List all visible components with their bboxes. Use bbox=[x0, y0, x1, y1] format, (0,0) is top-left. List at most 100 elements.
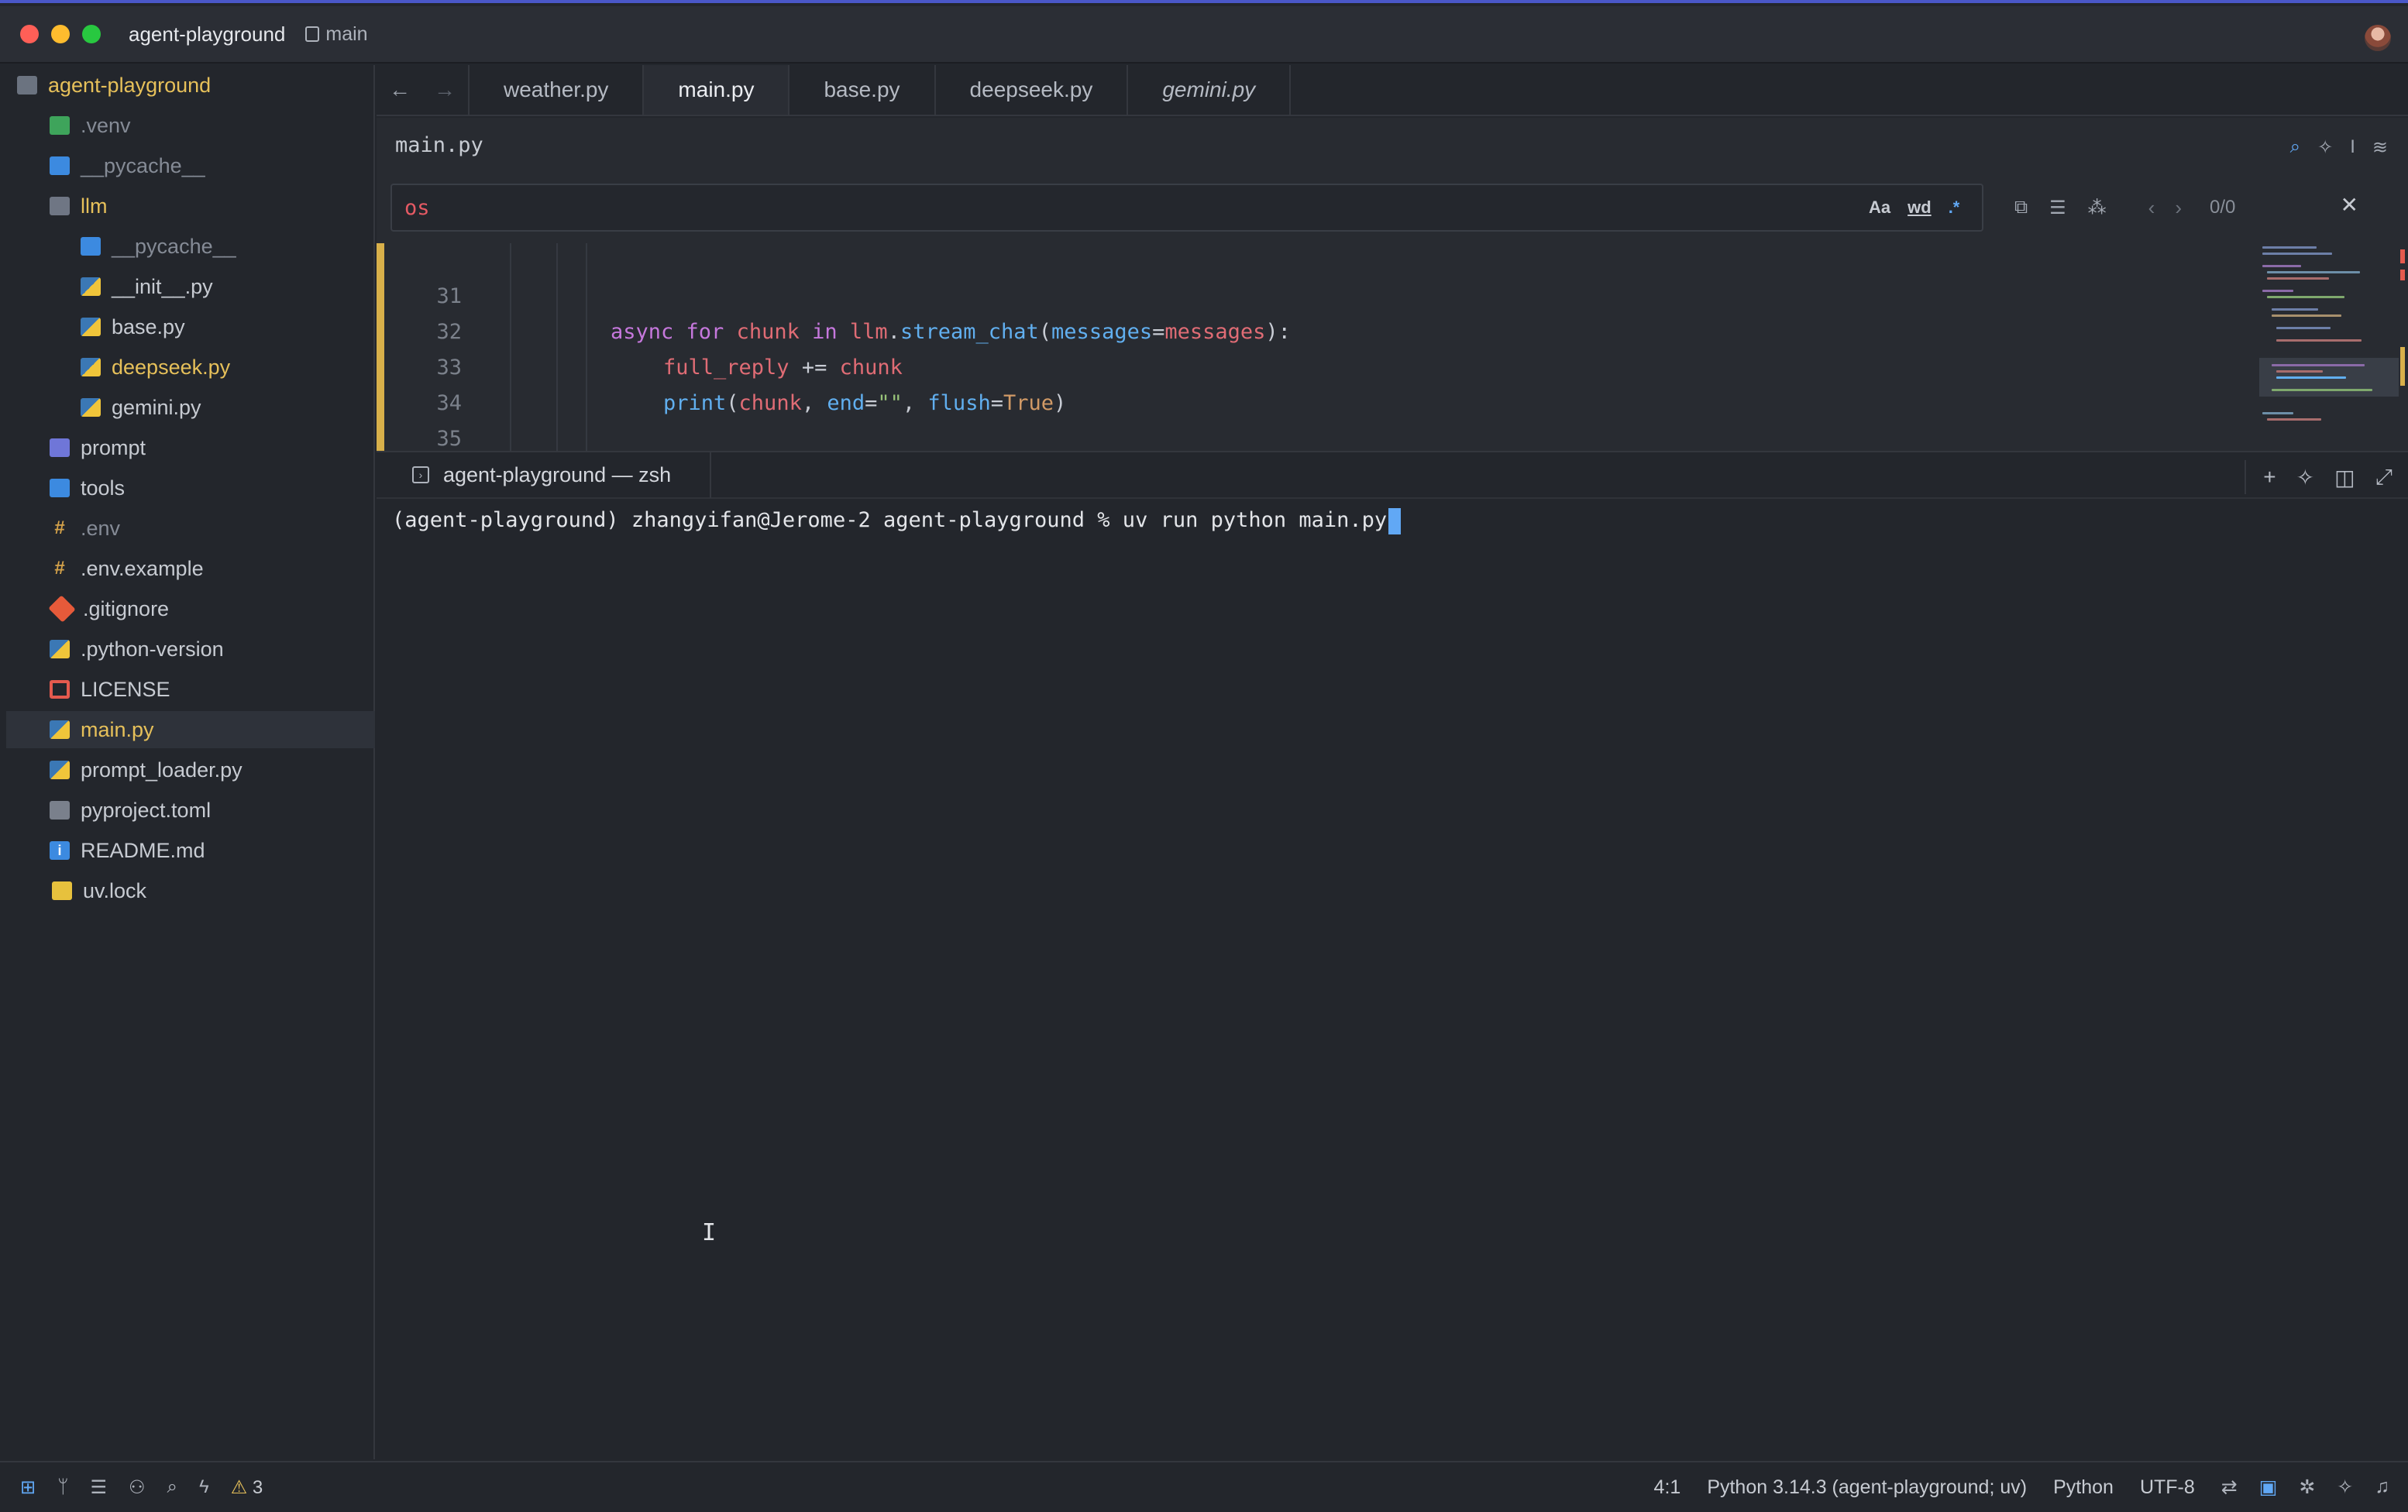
tree-item-venv[interactable]: .venv bbox=[6, 107, 375, 144]
avatar[interactable] bbox=[2365, 25, 2391, 51]
lightning-icon[interactable]: ϟ bbox=[199, 1476, 209, 1498]
tree-item-env-example[interactable]: # .env.example bbox=[6, 550, 375, 587]
tree-item-llm-pycache[interactable]: __pycache__ bbox=[6, 228, 375, 265]
branch-name: main bbox=[325, 22, 368, 45]
zoom-window-button[interactable] bbox=[82, 25, 101, 43]
selection-only-icon[interactable]: ⁂ bbox=[2088, 197, 2107, 219]
minimap-line bbox=[2276, 327, 2331, 329]
tree-item-main[interactable]: main.py bbox=[6, 711, 375, 748]
project-panel: agent-playground .venv __pycache__ llm _… bbox=[6, 65, 375, 1459]
terminal-tab[interactable]: › agent-playground — zsh bbox=[377, 452, 712, 498]
git-icon bbox=[48, 595, 76, 623]
code-editor: main.py ⌕ ✧ I ≋ Aa wd .* ⧉ ☰ ⁂ ‹ bbox=[377, 118, 2408, 451]
tree-item-license[interactable]: LICENSE bbox=[6, 671, 375, 708]
previous-match-icon[interactable]: ‹ bbox=[2148, 196, 2155, 220]
notifications-bell-icon[interactable]: ♫ bbox=[2375, 1476, 2389, 1499]
code-line: 32 full_reply += chunk bbox=[377, 279, 2251, 380]
python-interpreter[interactable]: Python 3.14.3 (agent-playground; uv) bbox=[1707, 1476, 2027, 1499]
new-terminal-icon[interactable]: + bbox=[2263, 465, 2276, 490]
search-options: Aa wd .* bbox=[1869, 198, 1959, 218]
tree-item-label: agent-playground bbox=[48, 73, 212, 97]
tree-item-pycache[interactable]: __pycache__ bbox=[6, 147, 375, 184]
regex-toggle[interactable]: .* bbox=[1949, 198, 1960, 218]
tree-item-gitignore[interactable]: .gitignore bbox=[6, 590, 375, 627]
tree-item-deepseek[interactable]: deepseek.py bbox=[6, 349, 375, 386]
select-all-icon[interactable]: ☰ bbox=[2049, 197, 2066, 219]
git-branch-icon[interactable]: ᛘ bbox=[57, 1476, 68, 1498]
terminal-toggle-icon[interactable]: ▣ bbox=[2259, 1476, 2278, 1499]
minimap-line bbox=[2262, 265, 2301, 267]
minimap-line bbox=[2272, 308, 2318, 311]
tree-item-python-version[interactable]: .python-version bbox=[6, 631, 375, 668]
tab-base[interactable]: base.py bbox=[789, 65, 936, 115]
tab-main[interactable]: main.py bbox=[644, 65, 790, 115]
tree-item-readme[interactable]: i README.md bbox=[6, 832, 375, 869]
breadcrumb[interactable]: main.py bbox=[395, 133, 483, 157]
cursor-position[interactable]: 4:1 bbox=[1654, 1476, 1681, 1499]
whole-word-toggle[interactable]: wd bbox=[1907, 198, 1932, 218]
search-navigation: ‹ › 0/0 bbox=[2148, 196, 2236, 220]
forward-arrow-icon[interactable]: → bbox=[434, 77, 456, 102]
tree-item-llm[interactable]: llm bbox=[6, 187, 375, 225]
minimize-window-button[interactable] bbox=[51, 25, 70, 43]
cursor-icon[interactable]: I bbox=[2350, 136, 2355, 159]
language-mode[interactable]: Python bbox=[2053, 1476, 2114, 1499]
code-view[interactable]: 31 async for chunk in llm.stream_chat(me… bbox=[377, 243, 2251, 451]
tree-item-uv-lock[interactable]: uv.lock bbox=[6, 872, 375, 909]
tree-item-pyproject[interactable]: pyproject.toml bbox=[6, 792, 375, 829]
tab-weather[interactable]: weather.py bbox=[470, 65, 645, 115]
warning-icon: ⚠ bbox=[230, 1476, 248, 1498]
tree-item-label: pyproject.toml bbox=[81, 798, 212, 822]
tree-item-init[interactable]: __init__.py bbox=[6, 268, 375, 305]
assistant-icon[interactable]: ✧ bbox=[2296, 465, 2314, 490]
tab-deepseek[interactable]: deepseek.py bbox=[936, 65, 1129, 115]
minimap-line bbox=[2272, 389, 2372, 391]
terminal-icon: › bbox=[412, 466, 429, 483]
code-line: 34 bbox=[377, 350, 2251, 415]
outline-icon[interactable]: ☰ bbox=[91, 1476, 108, 1499]
tree-item-label: prompt_loader.py bbox=[81, 758, 243, 782]
collaboration-icon[interactable]: ⚇ bbox=[129, 1476, 146, 1499]
tree-item-label: main.py bbox=[81, 717, 154, 741]
back-arrow-icon[interactable]: ← bbox=[389, 77, 411, 102]
tab-gemini[interactable]: gemini.py bbox=[1128, 65, 1292, 115]
project-panel-icon[interactable]: ⊞ bbox=[20, 1476, 36, 1499]
minimap[interactable] bbox=[2259, 242, 2406, 449]
branch-icon bbox=[305, 26, 320, 42]
terminal-cursor bbox=[1388, 507, 1402, 534]
project-name[interactable]: agent-playground bbox=[129, 22, 285, 46]
tree-item-env[interactable]: # .env bbox=[6, 510, 375, 547]
search-input[interactable] bbox=[404, 195, 1861, 220]
python-file-icon bbox=[50, 761, 70, 779]
tree-item-prompt[interactable]: prompt bbox=[6, 429, 375, 466]
minimap-error-marker bbox=[2400, 249, 2405, 263]
tree-item-gemini[interactable]: gemini.py bbox=[6, 389, 375, 426]
assistant-icon[interactable]: ✧ bbox=[2337, 1476, 2353, 1499]
tree-item-prompt-loader[interactable]: prompt_loader.py bbox=[6, 751, 375, 789]
tree-item-tools[interactable]: tools bbox=[6, 469, 375, 507]
tree-item-label: __pycache__ bbox=[81, 153, 205, 177]
branch-selector[interactable]: main bbox=[305, 22, 368, 46]
line-ending-icon[interactable]: ⇄ bbox=[2221, 1476, 2238, 1499]
diagnostics-button[interactable]: ⚠ 3 bbox=[231, 1476, 263, 1499]
close-window-button[interactable] bbox=[20, 25, 39, 43]
debug-icon[interactable]: ✲ bbox=[2299, 1476, 2315, 1499]
match-case-toggle[interactable]: Aa bbox=[1869, 198, 1890, 218]
search-icon[interactable]: ⌕ bbox=[167, 1476, 177, 1498]
find-field[interactable]: Aa wd .* bbox=[390, 184, 1983, 232]
replace-icon[interactable]: ⧉ bbox=[2014, 197, 2028, 219]
code-line: 36 print() bbox=[377, 421, 2251, 451]
file-encoding[interactable]: UTF-8 bbox=[2140, 1476, 2195, 1499]
next-match-icon[interactable]: › bbox=[2175, 196, 2182, 220]
close-icon[interactable]: ✕ bbox=[2341, 192, 2358, 218]
tree-item-base[interactable]: base.py bbox=[6, 308, 375, 345]
tree-item-root[interactable]: agent-playground bbox=[6, 67, 375, 104]
tree-item-label: uv.lock bbox=[83, 878, 147, 902]
settings-sliders-icon[interactable]: ≋ bbox=[2372, 136, 2388, 159]
minimap-line bbox=[2267, 296, 2344, 298]
maximize-icon[interactable]: ⤢ bbox=[2375, 465, 2393, 490]
assistant-icon[interactable]: ✧ bbox=[2317, 136, 2333, 159]
terminal-output[interactable]: (agent-playground) zhangyifan@Jerome-2 a… bbox=[392, 503, 1402, 538]
search-icon[interactable]: ⌕ bbox=[2290, 136, 2300, 159]
split-pane-icon[interactable]: ◫ bbox=[2334, 465, 2355, 490]
